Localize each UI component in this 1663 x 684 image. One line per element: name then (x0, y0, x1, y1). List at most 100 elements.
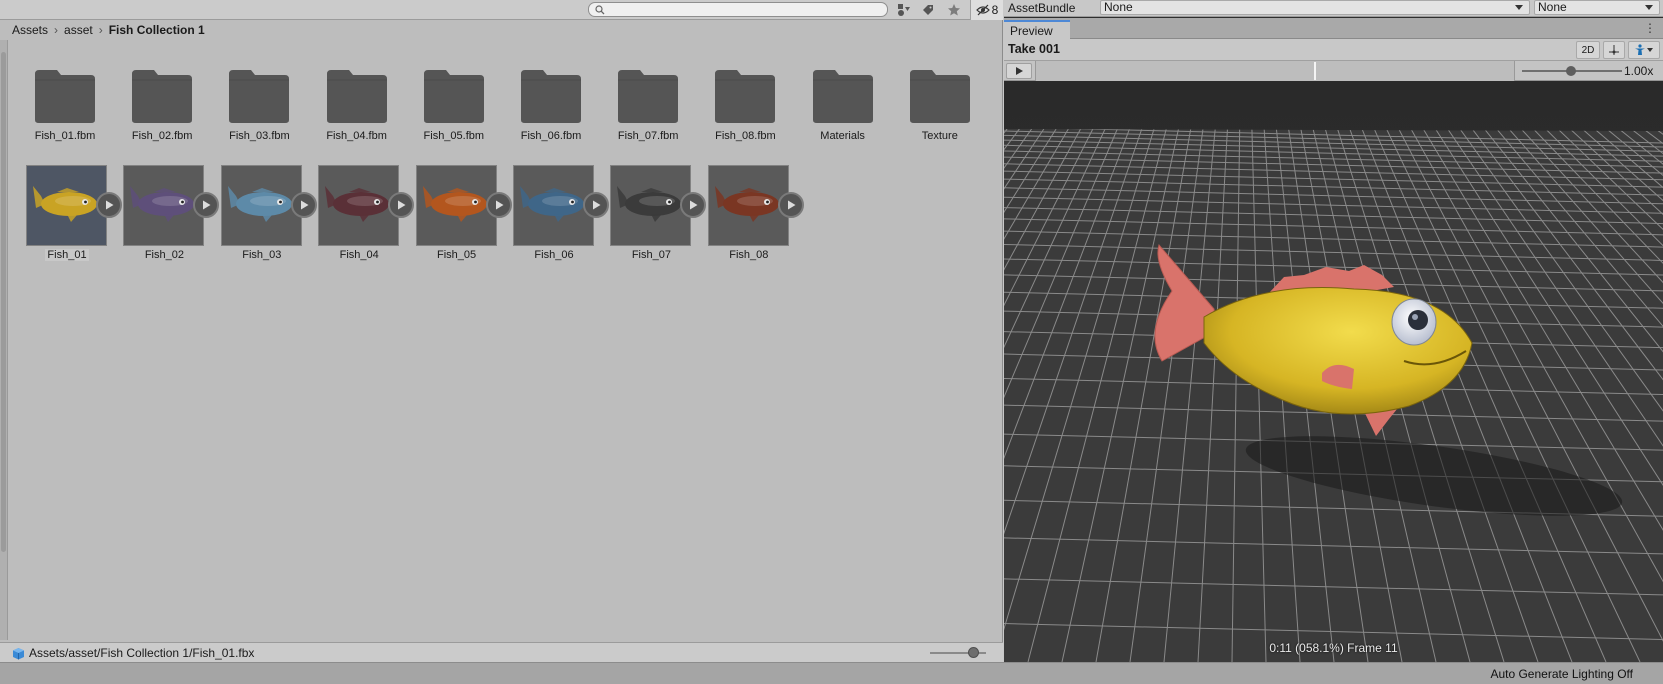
chevron-down-icon (1645, 5, 1653, 10)
folder-item[interactable]: Fish_04.fbm (310, 56, 400, 146)
assetbundle-variant-dropdown[interactable]: None (1534, 0, 1660, 15)
project-footer: Assets/asset/Fish Collection 1/Fish_01.f… (0, 642, 1003, 662)
asset-label-text: Fish_08 (729, 249, 769, 261)
play-icon (398, 200, 406, 210)
slider-knob[interactable] (1566, 66, 1576, 76)
preview-play-button[interactable] (777, 192, 804, 218)
icon-size-slider[interactable] (930, 647, 986, 658)
star-icon (948, 4, 960, 16)
asset-label-text: Fish_05 (437, 249, 477, 261)
folder-icon (326, 70, 387, 123)
asset-thumbnail (220, 165, 302, 246)
folder-label: Fish_02.fbm (131, 130, 193, 142)
slider-knob[interactable] (968, 647, 979, 658)
model-asset-item[interactable]: Fish_06 (513, 165, 611, 265)
asset-thumbnail (26, 165, 107, 246)
model-asset-item[interactable]: Fish_01 (26, 165, 124, 265)
folder-icon (423, 70, 484, 123)
asset-label: Fish_07 (604, 249, 698, 261)
playhead[interactable] (1314, 62, 1316, 80)
project-panel: 8 Assets › asset › Fish Collection 1 Fis… (0, 0, 1003, 662)
folder-item[interactable]: Materials (796, 56, 886, 146)
folder-item[interactable]: Fish_07.fbm (601, 56, 691, 146)
breadcrumb-asset[interactable]: asset (64, 23, 93, 37)
folder-icon (812, 70, 873, 123)
folder-icon (35, 70, 95, 123)
favorites-button[interactable] (942, 1, 966, 19)
lighting-status[interactable]: Auto Generate Lighting Off (1490, 667, 1633, 681)
more-menu-icon[interactable]: ⋮ (1644, 21, 1656, 35)
timeline-bar: 1.00x (1004, 61, 1663, 81)
play-button[interactable] (1006, 63, 1032, 79)
preview-play-button[interactable] (583, 192, 609, 218)
breadcrumb-fish-collection[interactable]: Fish Collection 1 (109, 23, 205, 37)
folder-label: Texture (921, 130, 958, 142)
preview-play-button[interactable] (96, 192, 122, 218)
play-icon (787, 200, 796, 210)
tab-preview[interactable]: Preview (1004, 20, 1070, 39)
search-by-type-button[interactable] (892, 1, 916, 19)
asset-label-text: Fish_04 (339, 249, 379, 261)
assetbundle-dropdown[interactable]: None (1100, 0, 1530, 15)
preview-play-button[interactable] (680, 192, 707, 218)
type-filter-icon (898, 4, 910, 16)
eye-highlight (1412, 314, 1418, 320)
folder-label: Fish_06.fbm (520, 130, 582, 142)
folder-label: Materials (820, 130, 865, 142)
preview-play-button[interactable] (290, 192, 317, 218)
folder-item[interactable]: Texture (893, 56, 983, 146)
play-icon (106, 200, 114, 210)
fish-thumbnail (130, 186, 195, 222)
folder-item[interactable]: Fish_08.fbm (698, 56, 788, 146)
breadcrumb-assets[interactable]: Assets (12, 23, 48, 37)
folder-item[interactable]: Fish_03.fbm (212, 56, 302, 146)
folder-item[interactable]: Fish_01.fbm (18, 56, 108, 146)
fish-thumbnail (520, 186, 584, 222)
asset-thumbnail (513, 165, 594, 246)
chevron-right-icon: › (54, 23, 59, 37)
fish-thumbnail (422, 186, 487, 222)
asset-label-text: Fish_06 (534, 249, 574, 261)
model-asset-item[interactable]: Fish_03 (220, 165, 319, 265)
folder-label: Fish_04.fbm (326, 130, 387, 142)
search-by-label-button[interactable] (916, 1, 940, 19)
folder-item[interactable]: Fish_02.fbm (115, 56, 205, 146)
fish-thumbnail (714, 186, 779, 222)
scrollbar-thumb[interactable] (1, 52, 6, 552)
folder-icon (229, 70, 290, 123)
model-asset-item[interactable]: Fish_08 (707, 165, 806, 265)
preview-play-button[interactable] (388, 192, 415, 218)
asset-label-text: Fish_02 (144, 249, 184, 261)
folder-label: Fish_05.fbm (423, 130, 485, 142)
search-icon (595, 5, 605, 15)
left-scrollbar[interactable] (0, 40, 8, 640)
asset-label: Fish_06 (507, 249, 601, 261)
folder-label: Fish_08.fbm (715, 130, 776, 142)
preview-tabbar: Preview ⋮ (1004, 18, 1663, 39)
preview-viewport[interactable]: 0:11 (058.1%) Frame 11 (1004, 81, 1663, 662)
avatar-dropdown[interactable] (1628, 41, 1660, 59)
model-asset-item[interactable]: Fish_02 (123, 165, 221, 265)
folder-item[interactable]: Fish_05.fbm (407, 56, 497, 146)
pivot-toggle[interactable] (1603, 41, 1625, 59)
model-asset-item[interactable]: Fish_05 (415, 165, 514, 265)
view-2d-label: 2D (1581, 44, 1595, 56)
play-icon (300, 200, 309, 210)
model-asset-item[interactable]: Fish_07 (610, 165, 708, 265)
folder-icon (132, 70, 193, 123)
pupil (1408, 310, 1428, 330)
selected-asset-path: Assets/asset/Fish Collection 1/Fish_01.f… (29, 646, 255, 660)
preview-scene (1004, 81, 1663, 662)
preview-play-button[interactable] (485, 192, 512, 218)
play-icon (1016, 67, 1023, 75)
take-bar: Take 001 2D (1004, 39, 1663, 61)
view-2d-toggle[interactable]: 2D (1576, 41, 1600, 59)
search-input[interactable] (588, 2, 888, 17)
preview-play-button[interactable] (193, 192, 220, 218)
model-asset-item[interactable]: Fish_04 (318, 165, 416, 265)
animation-timeline[interactable] (1035, 61, 1515, 81)
status-bar: Auto Generate Lighting Off (0, 662, 1663, 684)
hidden-packages-toggle[interactable]: 8 (970, 0, 1003, 20)
folder-item[interactable]: Fish_06.fbm (504, 56, 594, 146)
playback-speed-slider[interactable] (1522, 66, 1622, 76)
